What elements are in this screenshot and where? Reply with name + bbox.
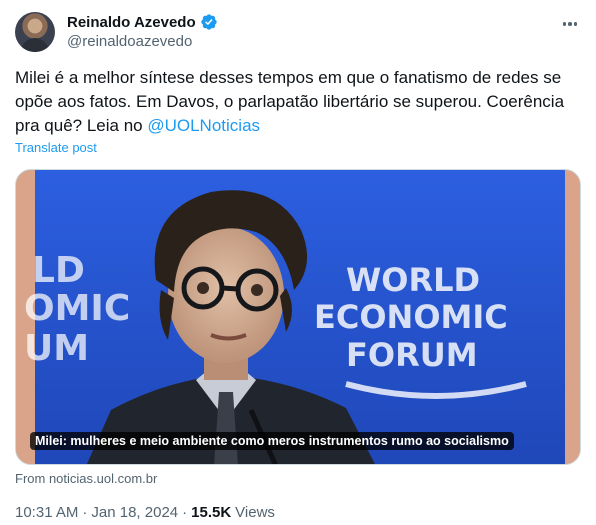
views-label: Views — [235, 504, 275, 521]
more-options-icon[interactable] — [558, 12, 582, 36]
post-time[interactable]: 10:31 AM — [15, 504, 78, 521]
backdrop-left-line3: UM — [24, 328, 89, 369]
author-display-name[interactable]: Reinaldo Azevedo — [67, 14, 196, 31]
post-text-body: Milei é a melhor síntese desses tempos e… — [15, 68, 565, 135]
post-text: Milei é a melhor síntese desses tempos e… — [15, 66, 585, 138]
meta-separator: · — [182, 504, 188, 521]
link-card-image[interactable]: LD OMIC UM WORLD ECONOMIC FORUM Milei: m… — [15, 169, 581, 465]
author-handle[interactable]: @reinaldoazevedo — [67, 33, 192, 50]
backdrop-left-line1: LD — [32, 250, 85, 291]
backdrop-left-line2: OMIC — [24, 288, 130, 329]
meta-separator: · — [82, 504, 88, 521]
avatar[interactable] — [15, 12, 55, 52]
mention-link[interactable]: @UOLNoticias — [147, 116, 260, 135]
author-name-row: Reinaldo Azevedo — [67, 13, 218, 31]
backdrop-right-line1: WORLD — [346, 261, 480, 299]
backdrop-right-line3: FORUM — [346, 336, 478, 374]
post-date[interactable]: Jan 18, 2024 — [91, 504, 178, 521]
tweet: Reinaldo Azevedo @reinaldoazevedo Milei … — [0, 0, 596, 525]
card-caption: Milei: mulheres e meio ambiente como mer… — [30, 432, 514, 450]
post-meta: 10:31 AM · Jan 18, 2024 · 15.5K Views — [15, 504, 275, 521]
translate-post-link[interactable]: Translate post — [15, 140, 97, 155]
backdrop-right-line2: ECONOMIC — [314, 298, 508, 336]
card-photo: LD OMIC UM WORLD ECONOMIC FORUM — [16, 170, 580, 464]
views-count: 15.5K — [191, 504, 232, 521]
card-source-link[interactable]: From noticias.uol.com.br — [15, 471, 157, 486]
verified-badge-icon — [200, 13, 218, 31]
